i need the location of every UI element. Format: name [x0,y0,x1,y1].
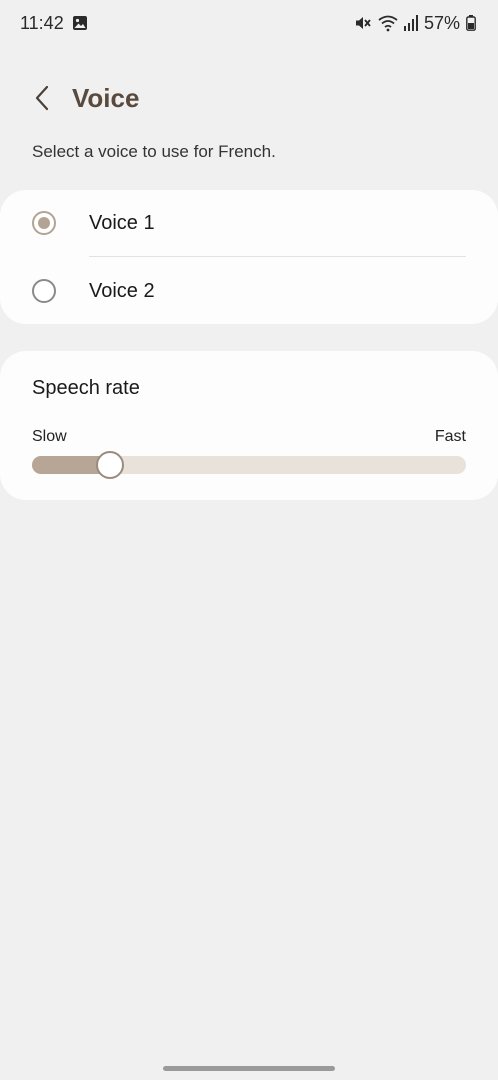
speech-rate-max-label: Fast [434,428,466,445]
status-time: 11:42 [20,12,64,33]
voice-1-radio[interactable] [32,211,56,235]
page-title: Voice [72,82,140,113]
page-subtitle: Select a voice to use for French. [32,142,276,161]
speech-rate-min-label: Slow [32,428,67,445]
status-right: 57% [354,13,476,34]
wifi-icon [378,14,398,32]
voice-divider [89,256,466,257]
battery-percent: 57% [423,12,460,33]
header: Voice [22,76,139,120]
back-button[interactable] [22,76,62,120]
speech-rate-title: Speech rate [32,377,140,399]
speech-rate-slider[interactable] [32,451,466,479]
voice-option-label: Voice 2 [89,279,155,302]
battery-icon [466,15,476,31]
image-icon [72,15,88,31]
screen: 11:42 57% Voice Select a voice to use fo… [0,0,498,1080]
voice-option-1[interactable]: Voice 1 [0,190,498,256]
voice-list-card: Voice 1 Voice 2 [0,190,498,324]
speech-rate-card: Speech rate Slow Fast [0,351,498,500]
voice-2-radio[interactable] [32,279,56,303]
voice-option-label: Voice 1 [89,211,155,234]
chevron-left-icon [34,85,50,111]
slider-thumb[interactable] [96,451,124,479]
mute-icon [354,14,372,32]
status-bar: 11:42 57% [0,0,498,46]
status-left: 11:42 [20,13,88,34]
voice-option-2[interactable]: Voice 2 [0,258,498,324]
signal-icon [403,15,418,31]
home-indicator[interactable] [163,1066,335,1071]
